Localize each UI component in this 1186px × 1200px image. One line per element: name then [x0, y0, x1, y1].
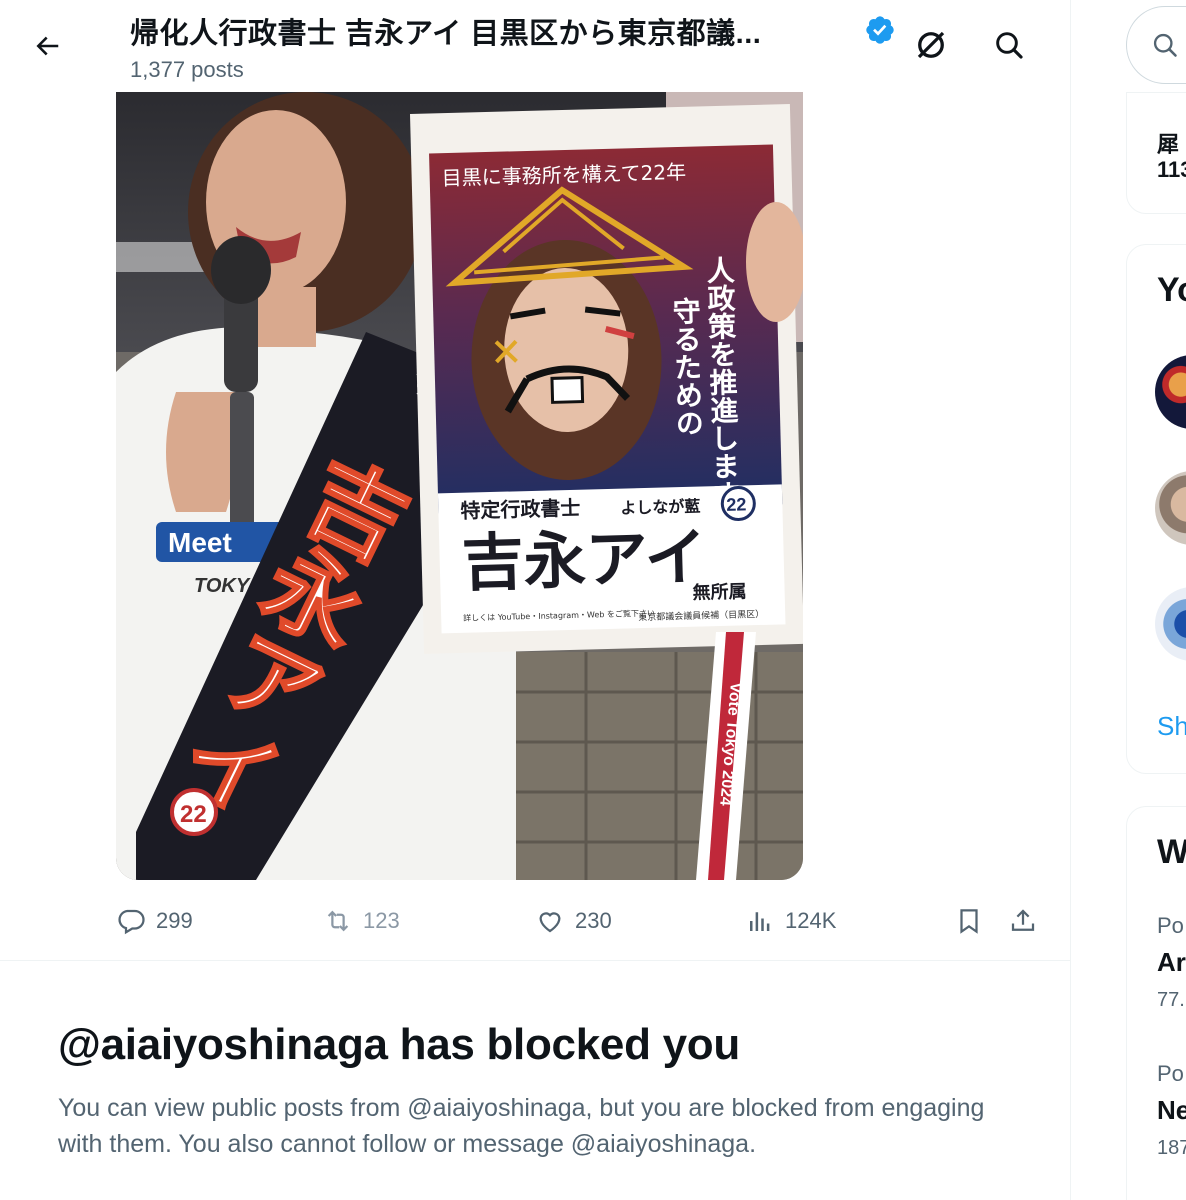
back-arrow-icon: [36, 36, 59, 56]
poster-badge: 22: [726, 494, 747, 515]
sidebar-search-input[interactable]: [1126, 6, 1186, 84]
show-more-link[interactable]: Sh: [1157, 711, 1186, 742]
repost-icon: [327, 910, 349, 932]
bookmark-icon: [960, 909, 978, 934]
shirt-logo-text: Meet: [168, 527, 232, 558]
bookmark-button[interactable]: [954, 896, 984, 946]
share-button[interactable]: [1008, 896, 1038, 946]
sash-badge-text: 22: [180, 801, 207, 828]
trend-category: Po: [1157, 1061, 1184, 1086]
like-count: 230: [575, 908, 612, 933]
back-button[interactable]: [22, 24, 72, 68]
avatar[interactable]: [1155, 587, 1186, 661]
who-to-follow-title: Yo: [1157, 271, 1186, 309]
view-count: 124K: [785, 908, 837, 933]
reply-count: 299: [156, 908, 193, 933]
avatar[interactable]: [1155, 471, 1186, 545]
grok-icon: [917, 31, 945, 59]
blocked-title: @aiaiyoshinaga has blocked you: [58, 1020, 740, 1069]
search-icon: [996, 32, 1023, 59]
avatar[interactable]: [1155, 355, 1186, 429]
trend-name[interactable]: Ar: [1157, 947, 1186, 978]
repost-count: 123: [363, 908, 400, 933]
poster-reading: よしなが藍: [620, 497, 700, 518]
profile-display-name: 帰化人行政書士 吉永アイ 目黒区から東京都議...: [130, 18, 762, 50]
trend-name[interactable]: Ne: [1157, 1095, 1186, 1126]
trends-card: W Po Ar 77. Po Ne 187: [1126, 806, 1186, 1200]
poster-job-title: 特定行政書士: [460, 496, 581, 523]
views-button[interactable]: 124K: [745, 896, 836, 946]
divider: [0, 960, 1070, 961]
profile-header: 帰化人行政書士 吉永アイ 目黒区から東京都議... 1,377 posts: [0, 0, 1070, 92]
trend-category: Po: [1157, 913, 1184, 938]
main-column: 帰化人行政書士 吉永アイ 目黒区から東京都議... 1,377 posts Me…: [0, 0, 1071, 1200]
search-button[interactable]: [986, 22, 1032, 68]
heart-icon: [539, 912, 561, 933]
sidebar-profile-card[interactable]: 犀 113: [1126, 92, 1186, 214]
reply-button[interactable]: 299: [116, 896, 193, 946]
trends-title: W: [1157, 833, 1186, 871]
poster-vertical-text: 人政策を推進します: [702, 255, 742, 508]
poster-vertical-text-2: 守るための: [668, 295, 705, 437]
sidebar-card-line2: 113: [1157, 157, 1186, 182]
post-count: 1,377 posts: [130, 57, 244, 82]
search-icon: [1153, 33, 1177, 57]
views-chart-icon: [750, 912, 770, 931]
post-photo[interactable]: Meet TOKYO 無 吉永アイ 22 目黒に事務所を構えて22年: [116, 92, 803, 880]
poster-name: 吉永アイ: [461, 520, 708, 599]
post-actions: 299 123 230 124K: [0, 896, 1070, 946]
verified-badge-icon: [866, 16, 894, 44]
like-button[interactable]: 230: [535, 896, 612, 946]
repost-button[interactable]: 123: [323, 896, 400, 946]
reply-icon: [118, 909, 145, 935]
sidebar-card-line1: 犀: [1157, 132, 1180, 157]
trend-count: 187: [1157, 1137, 1186, 1159]
trend-count: 77.: [1157, 989, 1185, 1011]
poster-affiliation: 無所属: [692, 580, 747, 603]
who-to-follow-card: Yo Sh: [1126, 244, 1186, 774]
blocked-message: You can view public posts from @aiaiyosh…: [58, 1094, 985, 1158]
right-sidebar: 犀 113 Yo Sh W Po Ar 77. Po Ne 187: [1072, 0, 1186, 1200]
share-icon: [1011, 909, 1035, 931]
grok-button[interactable]: [908, 22, 954, 68]
